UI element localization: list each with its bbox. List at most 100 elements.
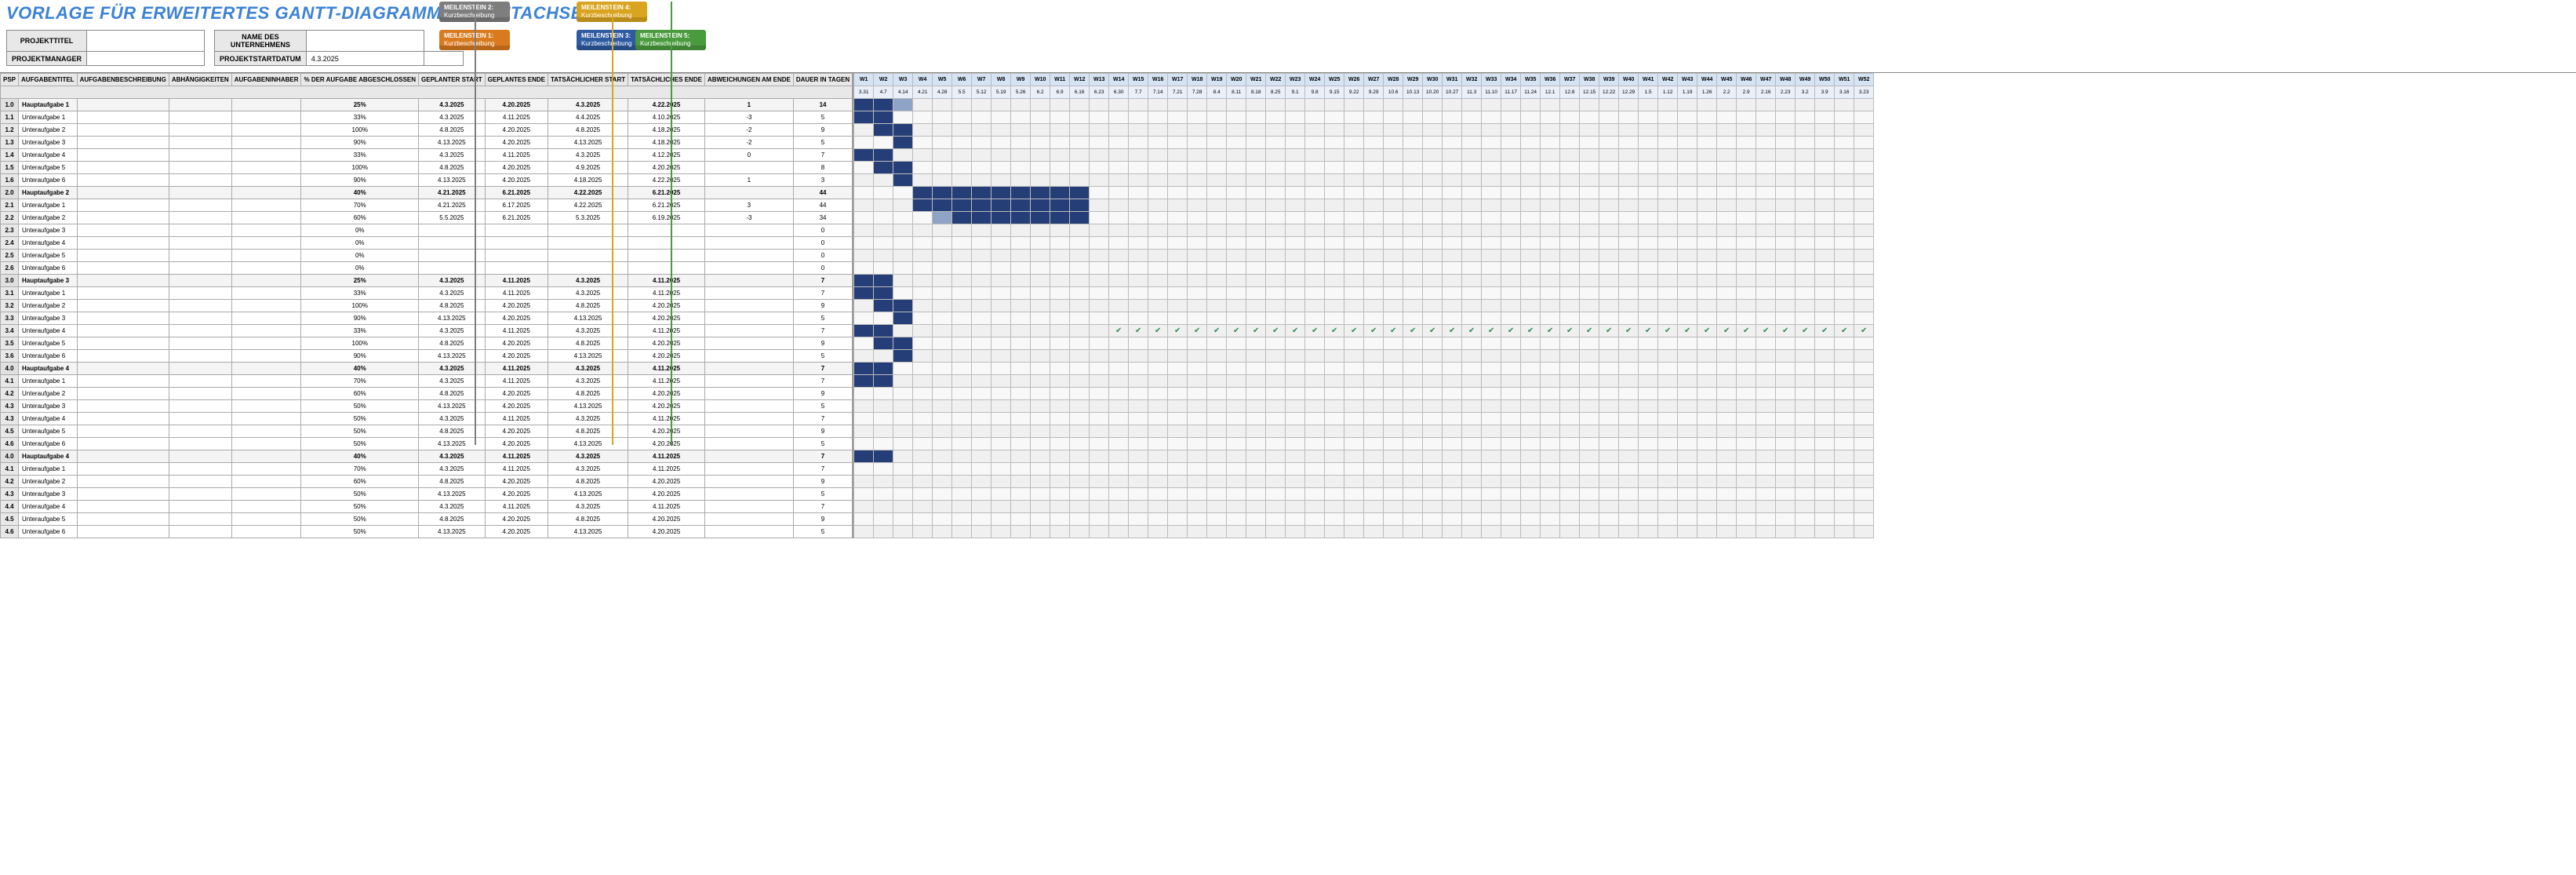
cell[interactable] [169, 174, 231, 187]
cell[interactable]: 4.20.2025 [628, 162, 705, 174]
cell[interactable]: 4.20.2025 [485, 99, 548, 111]
cell[interactable] [704, 463, 793, 476]
cell[interactable]: 4.20.2025 [628, 488, 705, 501]
cell[interactable]: 44 [793, 199, 852, 212]
cell[interactable] [231, 212, 301, 224]
cell[interactable]: -3 [704, 111, 793, 124]
cell[interactable] [77, 375, 169, 388]
cell[interactable]: 4.11.2025 [485, 363, 548, 375]
cell[interactable] [231, 363, 301, 375]
cell[interactable]: Unteraufgabe 2 [19, 388, 78, 400]
cell[interactable]: Unteraufgabe 2 [19, 124, 78, 137]
cell[interactable] [169, 513, 231, 526]
cell[interactable]: 6.21.2025 [485, 212, 548, 224]
cell[interactable]: 3.6 [1, 350, 19, 363]
cell[interactable]: 4.3.2025 [548, 99, 628, 111]
cell[interactable] [169, 375, 231, 388]
cell[interactable] [231, 237, 301, 250]
cell[interactable]: Unteraufgabe 3 [19, 488, 78, 501]
cell[interactable] [169, 212, 231, 224]
cell[interactable] [231, 526, 301, 538]
task-row[interactable]: 1.3Unteraufgabe 390%4.13.20254.20.20254.… [1, 137, 853, 149]
cell[interactable]: 4.20.2025 [485, 526, 548, 538]
cell[interactable]: 40% [301, 363, 419, 375]
cell[interactable] [169, 300, 231, 312]
cell[interactable]: 4.20.2025 [485, 400, 548, 413]
cell[interactable] [231, 224, 301, 237]
cell[interactable]: 2.3 [1, 224, 19, 237]
cell[interactable] [77, 224, 169, 237]
cell[interactable]: 4.11.2025 [485, 463, 548, 476]
task-row[interactable]: 4.3Unteraufgabe 350%4.13.20254.20.20254.… [1, 400, 853, 413]
cell[interactable]: 4.20.2025 [485, 488, 548, 501]
cell[interactable]: 3.0 [1, 275, 19, 287]
cell[interactable] [77, 488, 169, 501]
cell[interactable]: 4.20.2025 [485, 312, 548, 325]
cell[interactable]: Unteraufgabe 6 [19, 350, 78, 363]
task-row[interactable]: 1.4Unteraufgabe 433%4.3.20254.11.20254.3… [1, 149, 853, 162]
cell[interactable] [169, 337, 231, 350]
task-row[interactable]: 3.5Unteraufgabe 5100%4.8.20254.20.20254.… [1, 337, 853, 350]
cell[interactable]: 0 [793, 237, 852, 250]
cell[interactable] [77, 325, 169, 337]
cell[interactable] [231, 262, 301, 275]
cell[interactable]: 7 [793, 287, 852, 300]
cell[interactable]: 50% [301, 501, 419, 513]
task-row[interactable]: 4.5Unteraufgabe 550%4.8.20254.20.20254.8… [1, 425, 853, 438]
cell[interactable]: 4.3.2025 [548, 325, 628, 337]
cell[interactable]: Unteraufgabe 4 [19, 237, 78, 250]
cell[interactable]: Hauptaufgabe 4 [19, 450, 78, 463]
cell[interactable]: 4.8.2025 [548, 300, 628, 312]
task-row[interactable]: 3.1Unteraufgabe 133%4.3.20254.11.20254.3… [1, 287, 853, 300]
cell[interactable] [77, 111, 169, 124]
cell[interactable]: 3 [704, 199, 793, 212]
task-row[interactable]: 4.6Unteraufgabe 650%4.13.20254.20.20254.… [1, 526, 853, 538]
cell[interactable]: 9 [793, 124, 852, 137]
cell[interactable]: 4.11.2025 [485, 375, 548, 388]
cell[interactable]: 5 [793, 438, 852, 450]
cell[interactable]: 4.12.2025 [628, 149, 705, 162]
cell[interactable]: 4.11.2025 [628, 501, 705, 513]
cell[interactable]: 90% [301, 350, 419, 363]
cell[interactable]: 14 [793, 99, 852, 111]
cell[interactable] [77, 400, 169, 413]
cell[interactable] [169, 488, 231, 501]
cell[interactable]: 4.8.2025 [419, 513, 486, 526]
cell[interactable] [169, 388, 231, 400]
cell[interactable] [77, 149, 169, 162]
task-row[interactable]: 4.2Unteraufgabe 260%4.8.20254.20.20254.8… [1, 476, 853, 488]
cell[interactable] [77, 450, 169, 463]
cell[interactable]: 4.20.2025 [628, 400, 705, 413]
cell[interactable] [77, 174, 169, 187]
cell[interactable] [231, 99, 301, 111]
cell[interactable]: 4.1 [1, 375, 19, 388]
cell[interactable]: 4.11.2025 [628, 325, 705, 337]
cell[interactable] [485, 224, 548, 237]
cell[interactable]: 4.3.2025 [548, 287, 628, 300]
cell[interactable] [169, 162, 231, 174]
meta-value-start-date-extra[interactable] [424, 52, 463, 66]
cell[interactable]: 3.4 [1, 325, 19, 337]
cell[interactable]: Unteraufgabe 1 [19, 463, 78, 476]
cell[interactable]: 9 [793, 513, 852, 526]
cell[interactable]: 4.3.2025 [548, 149, 628, 162]
cell[interactable]: 1 [704, 99, 793, 111]
task-row[interactable]: 4.0Hauptaufgabe 440%4.3.20254.11.20254.3… [1, 450, 853, 463]
cell[interactable]: -3 [704, 212, 793, 224]
cell[interactable]: 4.20.2025 [485, 137, 548, 149]
cell[interactable] [548, 237, 628, 250]
cell[interactable] [231, 287, 301, 300]
cell[interactable] [77, 363, 169, 375]
cell[interactable]: 5 [793, 137, 852, 149]
cell[interactable]: Unteraufgabe 1 [19, 287, 78, 300]
cell[interactable] [704, 501, 793, 513]
cell[interactable]: 4.8.2025 [548, 425, 628, 438]
cell[interactable] [231, 501, 301, 513]
cell[interactable]: 4.13.2025 [548, 488, 628, 501]
cell[interactable] [231, 111, 301, 124]
cell[interactable]: 9 [793, 476, 852, 488]
cell[interactable] [704, 312, 793, 325]
cell[interactable]: 9 [793, 300, 852, 312]
cell[interactable]: 70% [301, 375, 419, 388]
cell[interactable]: 1 [704, 174, 793, 187]
